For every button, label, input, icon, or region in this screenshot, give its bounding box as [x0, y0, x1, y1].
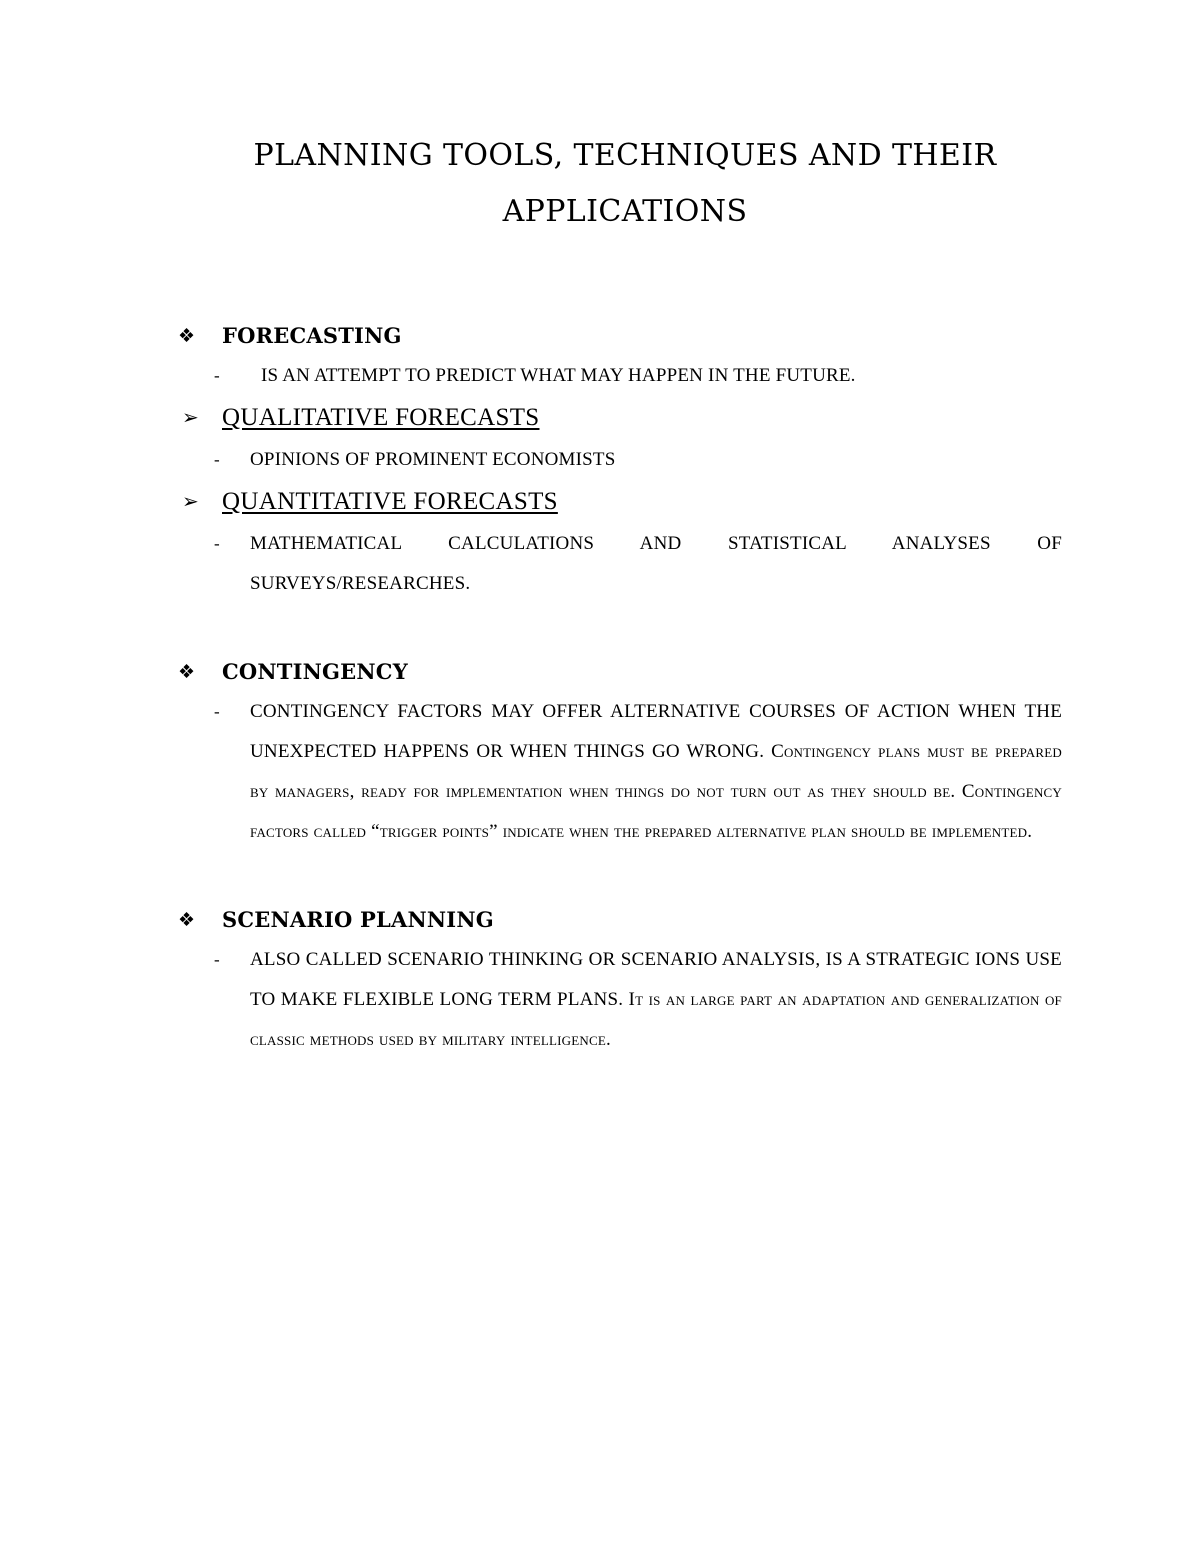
dash-bullet-icon: - — [214, 534, 220, 553]
list-item-label: OPINIONS OF PROMINENT ECONOMISTS — [250, 449, 616, 470]
document-content: PLANNING TOOLS, TECHNIQUES AND THEIR APP… — [178, 128, 1062, 1060]
list-item: - OPINIONS OF PROMINENT ECONOMISTS — [178, 440, 1062, 480]
page-title-line-1: PLANNING TOOLS, TECHNIQUES AND THEIR — [253, 138, 997, 173]
section-heading-scenario-planning: ❖ SCENARIO PLANNING — [178, 900, 1062, 940]
arrow-bullet-icon: ➢ — [182, 491, 200, 513]
list-item: - ALSO CALLED SCENARIO THINKING OR SCENA… — [178, 940, 1062, 1060]
dash-bullet-icon: - — [214, 450, 220, 469]
list-item: - MATHEMATICAL CALCULATIONS AND STATISTI… — [178, 524, 1062, 604]
section-heading-label: SCENARIO PLANNING — [222, 907, 494, 932]
page-title-line-2: APPLICATIONS — [502, 194, 748, 229]
list-item-label: CONTINGENCY FACTORS MAY OFFER ALTERNATIV… — [250, 701, 1062, 842]
page-title: PLANNING TOOLS, TECHNIQUES AND THEIR APP… — [178, 128, 1062, 240]
section-heading-label: FORECASTING — [222, 323, 402, 348]
diamond-bullet-icon: ❖ — [178, 325, 196, 347]
section-scenario-planning: ❖ SCENARIO PLANNING - ALSO CALLED SCENAR… — [178, 900, 1062, 1060]
dash-bullet-icon: - — [214, 950, 220, 969]
document-page: PLANNING TOOLS, TECHNIQUES AND THEIR APP… — [0, 0, 1200, 1553]
dash-bullet-icon: - — [214, 702, 220, 721]
dash-bullet-icon: - — [214, 366, 220, 385]
section-forecasting: ❖ FORECASTING - IS AN ATTEMPT TO PREDICT… — [178, 316, 1062, 604]
list-item: - IS AN ATTEMPT TO PREDICT WHAT MAY HAPP… — [178, 356, 1062, 396]
list-item-label: ALSO CALLED SCENARIO THINKING OR SCENARI… — [250, 949, 1062, 1050]
section-heading-forecasting: ❖ FORECASTING — [178, 316, 1062, 356]
subsection-quantitative-forecasts: ➢ QUANTITATIVE FORECASTS — [178, 480, 1062, 524]
diamond-bullet-icon: ❖ — [178, 661, 196, 683]
diamond-bullet-icon: ❖ — [178, 909, 196, 931]
arrow-bullet-icon: ➢ — [182, 407, 200, 429]
list-item-label: MATHEMATICAL CALCULATIONS AND STATISTICA… — [250, 533, 1062, 594]
section-contingency: ❖ CONTINGENCY - CONTINGENCY FACTORS MAY … — [178, 652, 1062, 852]
subsection-label: QUANTITATIVE FORECASTS — [222, 488, 558, 515]
list-item: - CONTINGENCY FACTORS MAY OFFER ALTERNAT… — [178, 692, 1062, 852]
section-heading-contingency: ❖ CONTINGENCY — [178, 652, 1062, 692]
subsection-qualitative-forecasts: ➢ QUALITATIVE FORECASTS — [178, 396, 1062, 440]
list-item-label: IS AN ATTEMPT TO PREDICT WHAT MAY HAPPEN… — [261, 365, 856, 386]
subsection-label: QUALITATIVE FORECASTS — [222, 404, 540, 431]
section-heading-label: CONTINGENCY — [222, 659, 408, 684]
title-spacer — [178, 240, 1062, 316]
